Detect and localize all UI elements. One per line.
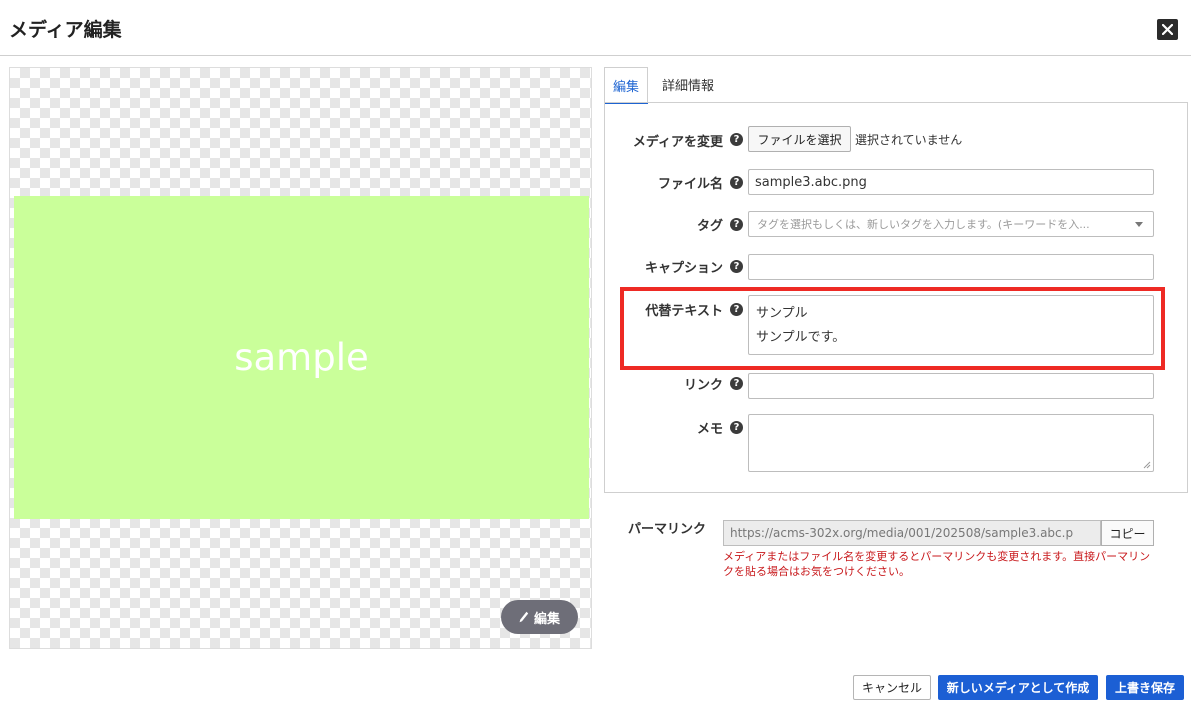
alt-text-highlight <box>620 287 1165 370</box>
file-name-input[interactable]: sample3.abc.png <box>748 169 1154 195</box>
chevron-down-icon <box>1135 222 1143 227</box>
tag-select[interactable]: タグを選択もしくは、新しいタグを入力します。(キーワードを入... <box>748 211 1154 237</box>
help-icon[interactable]: ? <box>730 421 743 434</box>
copy-button[interactable]: コピー <box>1101 520 1154 546</box>
file-select-button[interactable]: ファイルを選択 <box>748 126 851 152</box>
link-input[interactable] <box>748 373 1154 399</box>
permalink-warning: メディアまたはファイル名を変更するとパーマリンクも変更されます。直接パーマリンク… <box>723 550 1151 578</box>
caption-input[interactable] <box>748 254 1154 280</box>
tab-details[interactable]: 詳細情報 <box>658 67 718 102</box>
tag-label: タグ <box>696 219 723 234</box>
preview-image: sample <box>14 196 589 519</box>
help-icon[interactable]: ? <box>730 260 743 273</box>
caption-label: キャプション <box>644 261 723 276</box>
close-icon <box>1162 24 1173 35</box>
dialog-title: メディア編集 <box>9 19 122 41</box>
pencil-icon <box>519 611 529 623</box>
permalink-input[interactable]: https://acms-302x.org/media/001/202508/s… <box>723 520 1101 546</box>
create-new-media-button[interactable]: 新しいメディアとして作成 <box>938 675 1098 700</box>
media-preview: sample 編集 <box>9 67 592 649</box>
media-edit-dialog: メディア編集 sample 編集 編集 詳細情報 メディアを変更 ? ファイルを… <box>0 0 1191 705</box>
memo-label: メモ <box>696 422 723 437</box>
link-label: リンク <box>683 378 723 393</box>
cancel-button[interactable]: キャンセル <box>853 675 931 700</box>
file-name-label: ファイル名 <box>657 177 723 192</box>
preview-image-text: sample <box>234 336 369 379</box>
media-change-label: メディアを変更 <box>632 135 723 150</box>
image-edit-button[interactable]: 編集 <box>501 600 578 634</box>
help-icon[interactable]: ? <box>730 377 743 390</box>
help-icon[interactable]: ? <box>730 133 743 146</box>
overwrite-save-button[interactable]: 上書き保存 <box>1106 675 1184 700</box>
tab-edit[interactable]: 編集 <box>604 67 648 104</box>
help-icon[interactable]: ? <box>730 218 743 231</box>
memo-textarea[interactable] <box>748 414 1154 472</box>
help-icon[interactable]: ? <box>730 176 743 189</box>
dialog-header: メディア編集 <box>0 0 1191 56</box>
file-select-status: 選択されていません <box>855 133 963 147</box>
image-edit-label: 編集 <box>533 611 560 627</box>
resize-grip-icon[interactable] <box>1143 461 1151 469</box>
close-button[interactable] <box>1157 19 1178 40</box>
tag-select-placeholder: タグを選択もしくは、新しいタグを入力します。(キーワードを入... <box>757 218 1090 231</box>
permalink-label: パーマリンク <box>628 522 707 537</box>
